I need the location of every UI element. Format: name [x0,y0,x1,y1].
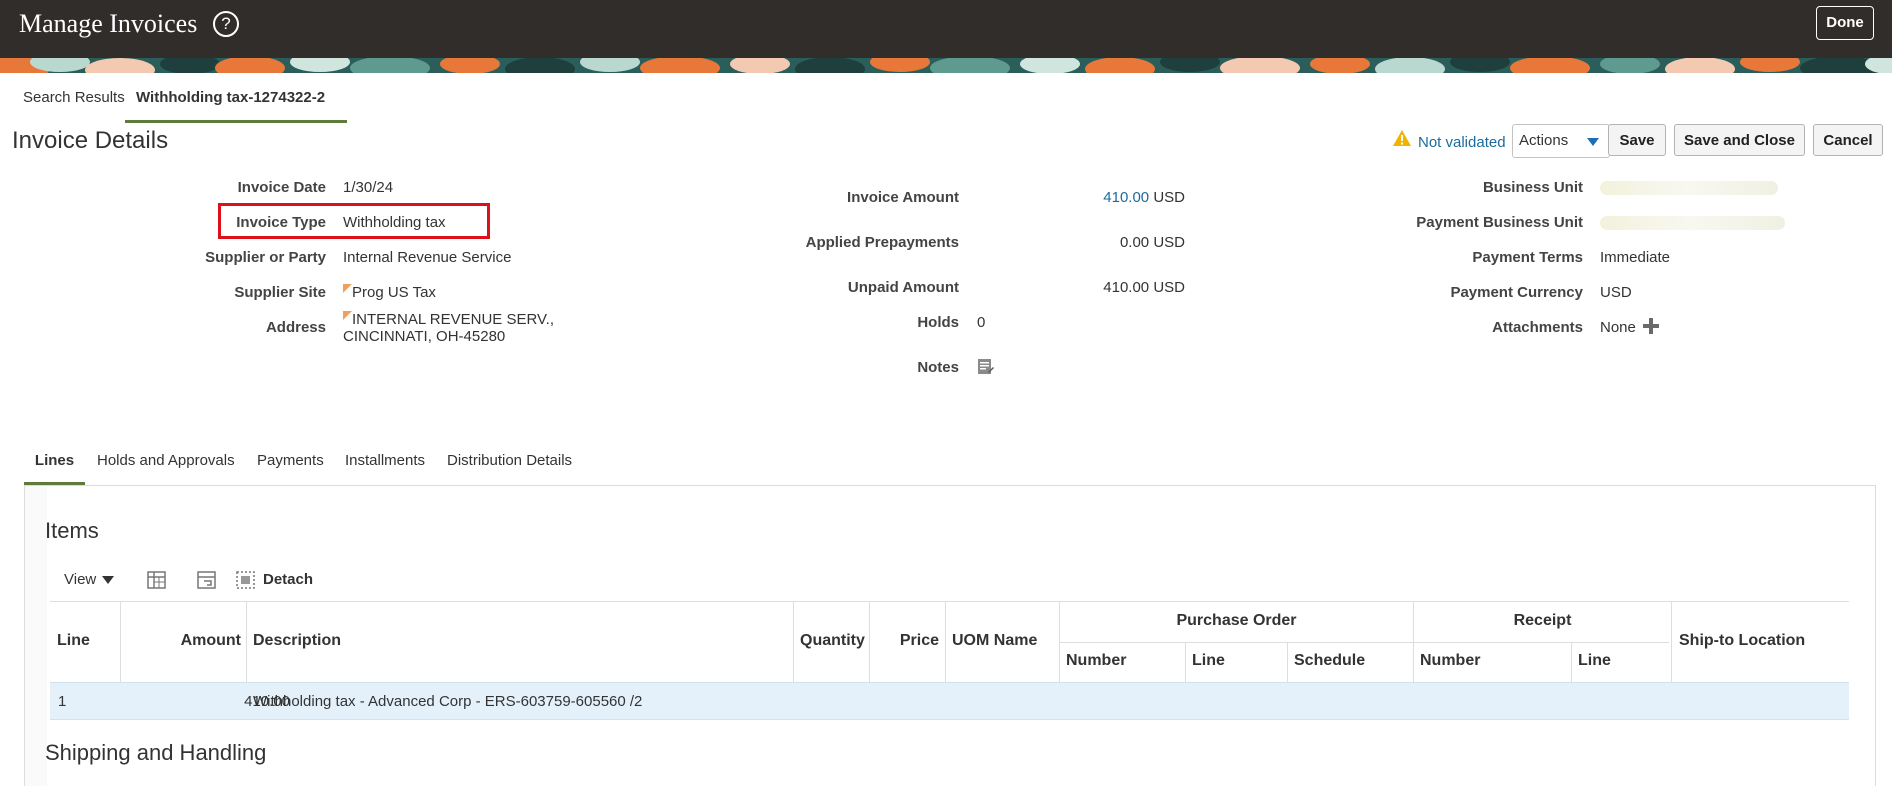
invoice-amount-link[interactable]: 410.00 [1103,189,1149,206]
column-header-receipt-line[interactable]: Line [1578,652,1611,670]
address-label: Address [265,319,326,336]
invoice-type-label: Invoice Type [236,214,326,231]
payment-terms-value: Immediate [1600,249,1671,266]
tab-lines[interactable]: Lines [24,452,85,485]
tab-installments[interactable]: Installments [345,452,425,482]
column-header-price[interactable]: Price [900,632,939,650]
save-and-close-button[interactable]: Save and Close [1674,124,1805,156]
payment-business-unit-label: Payment Business Unit [1416,214,1583,231]
applied-prepayments-label: Applied Prepayments [805,234,959,251]
tab-holds-and-approvals[interactable]: Holds and Approvals [97,452,235,482]
cell-description: Withholding tax - Advanced Corp - ERS-60… [253,693,643,710]
app-header: Manage Invoices ? Done [0,0,1892,58]
question-circle-icon[interactable]: ? [213,11,239,37]
column-header-po-number[interactable]: Number [1066,652,1126,670]
column-header-po-line[interactable]: Line [1192,652,1225,670]
holds-label: Holds [917,314,959,331]
holds-value: 0 [977,314,986,331]
actions-label: Actions [1519,132,1569,149]
tab-withholding-tax-invoice[interactable]: Withholding tax-1274322-2 [125,86,347,123]
validation-status-link[interactable]: Not validated [1418,134,1506,151]
freeze-columns-icon[interactable] [146,569,168,591]
decorative-banner [0,58,1892,73]
chevron-down-icon [1587,138,1599,146]
unpaid-amount-value: 410.00 USD [1103,279,1185,296]
column-header-uom-name[interactable]: UOM Name [952,632,1037,650]
plus-icon[interactable] [1643,318,1659,334]
redacted-value [1600,216,1785,230]
invoice-date-value: 1/30/24 [343,179,394,196]
column-header-description[interactable]: Description [253,632,341,650]
view-menu-button[interactable]: View [64,571,115,588]
shipping-and-handling-heading: Shipping and Handling [45,740,267,765]
address-value: INTERNAL REVENUE SERV., CINCINNATI, OH-4… [343,311,555,345]
supplier-label: Supplier or Party [205,249,326,266]
table-row[interactable]: 1 410.00 Withholding tax - Advanced Corp… [50,682,1849,720]
warning-icon [1393,130,1411,146]
column-header-quantity[interactable]: Quantity [800,632,865,650]
payment-currency-label: Payment Currency [1450,284,1583,301]
applied-prepayments-value: 0.00 USD [1119,234,1185,251]
unpaid-amount-label: Unpaid Amount [847,279,959,296]
changed-flag-icon [343,311,352,320]
invoice-amount-value: 410.00 USD [1103,189,1185,206]
detach-icon[interactable] [235,569,257,591]
invoice-date-label: Invoice Date [237,179,326,196]
column-group-purchase-order: Purchase Order [1176,612,1297,629]
app-title: Manage Invoices [19,9,198,38]
attachments-label: Attachments [1492,319,1583,336]
supplier-site-label: Supplier Site [234,284,326,301]
cell-line: 1 [58,693,67,710]
items-heading: Items [45,518,99,543]
redacted-value [1600,181,1778,195]
tab-distribution-details[interactable]: Distribution Details [447,452,572,482]
changed-flag-icon [343,284,352,293]
notes-icon[interactable] [977,357,994,376]
done-button[interactable]: Done [1816,6,1874,40]
payment-terms-label: Payment Terms [1472,249,1583,266]
column-header-receipt-number[interactable]: Number [1420,652,1480,670]
column-header-po-schedule[interactable]: Schedule [1294,652,1365,670]
supplier-value: Internal Revenue Service [343,249,512,266]
notes-label: Notes [917,359,959,376]
column-group-receipt: Receipt [1513,612,1572,629]
business-unit-label: Business Unit [1482,179,1583,196]
tab-search-results[interactable]: Search Results [23,86,125,120]
column-header-line[interactable]: Line [57,632,90,650]
tab-payments[interactable]: Payments [257,452,324,482]
payment-currency-value: USD [1600,284,1632,301]
actions-menu-button[interactable]: Actions [1512,124,1610,158]
column-header-ship-to-location[interactable]: Ship-to Location [1679,632,1805,650]
invoice-type-value: Withholding tax [343,214,446,231]
column-header-amount[interactable]: Amount [181,632,241,650]
wrap-icon[interactable] [196,569,218,591]
detach-button[interactable]: Detach [263,571,313,588]
invoice-amount-label: Invoice Amount [847,189,959,206]
save-button[interactable]: Save [1608,124,1666,156]
attachments-value: None [1600,319,1636,336]
supplier-site-value: Prog US Tax [343,284,436,301]
cancel-button[interactable]: Cancel [1813,124,1883,156]
chevron-down-icon [102,576,115,585]
page-title: Invoice Details [12,127,169,154]
